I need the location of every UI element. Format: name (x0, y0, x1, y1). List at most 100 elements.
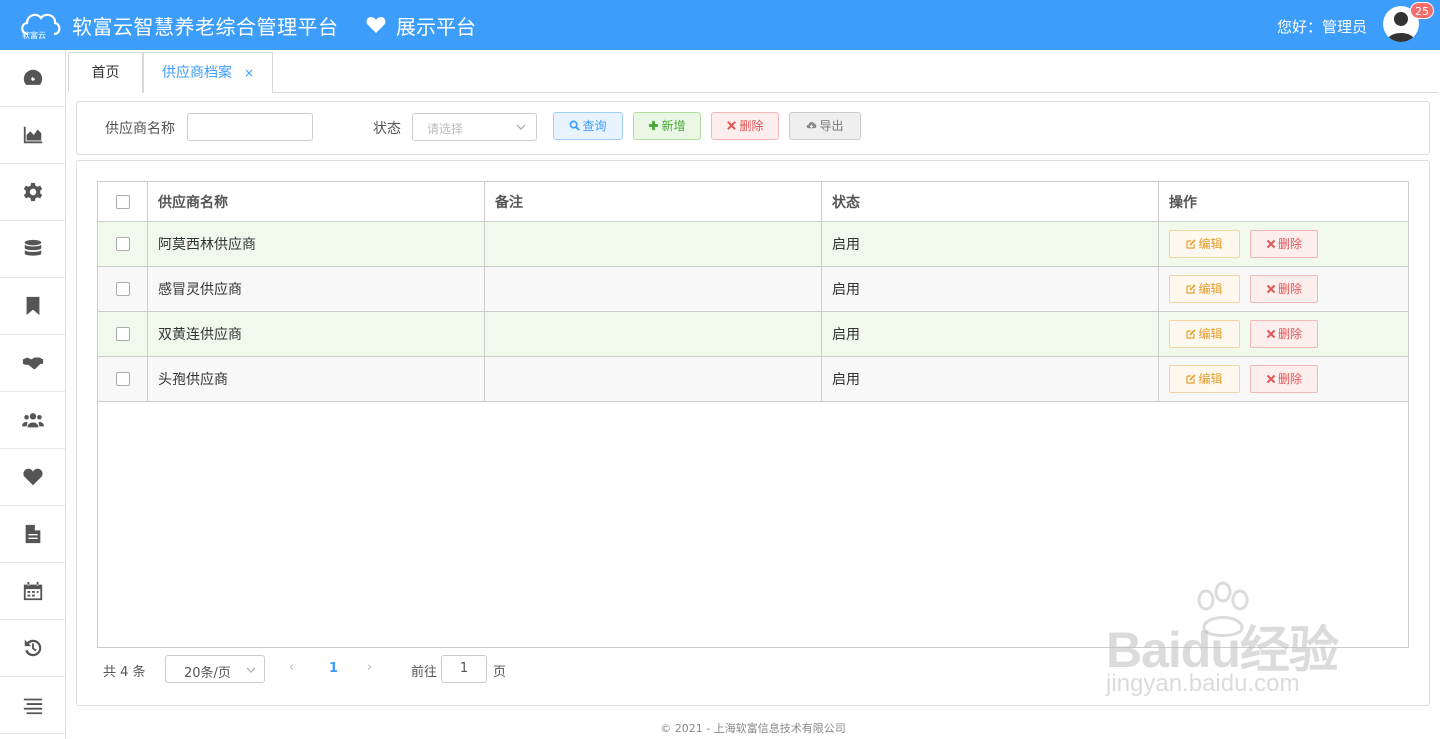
row-checkbox-cell (98, 357, 148, 401)
edit-button[interactable]: 编辑 (1169, 230, 1240, 258)
goto-page-input[interactable]: 1 (441, 655, 487, 683)
column-header-name: 供应商名称 (148, 182, 485, 221)
row-checkbox[interactable] (115, 372, 130, 386)
column-header-status: 状态 (822, 182, 1159, 221)
table-row: 感冒灵供应商 启用 编辑 删除 (98, 267, 1408, 312)
close-icon (1266, 329, 1276, 339)
next-page-button[interactable]: › (367, 660, 372, 675)
status-label: 状态 (373, 121, 401, 137)
watermark-url: jingyan.baidu.com (1106, 670, 1300, 697)
tab-bar: 首页 供应商档案 × (68, 52, 1438, 93)
edit-icon (1186, 284, 1197, 294)
row-checkbox[interactable] (115, 327, 130, 341)
table-row: 双黄连供应商 启用 编辑 删除 (98, 312, 1408, 357)
actions-cell: 编辑 删除 (1159, 267, 1408, 311)
sidebar-item-calendar[interactable] (0, 563, 65, 620)
actions-cell: 编辑 删除 (1159, 222, 1408, 266)
sidebar-item-settings[interactable] (0, 164, 65, 221)
prev-page-button[interactable]: ‹ (289, 660, 294, 675)
tab-home-label: 首页 (91, 65, 120, 81)
handshake-icon (22, 357, 43, 370)
search-button[interactable]: 查询 (553, 112, 623, 140)
sidebar-item-partner[interactable] (0, 335, 65, 392)
history-icon (24, 639, 41, 657)
export-button[interactable]: 导出 (789, 112, 861, 140)
remark-cell (485, 312, 822, 356)
sidebar-item-dashboard[interactable] (0, 50, 65, 107)
edit-label: 编辑 (1198, 372, 1223, 386)
users-icon (21, 413, 44, 428)
close-icon (1266, 239, 1276, 249)
page-size-select[interactable]: 20条/页 (165, 655, 265, 683)
tab-supplier-archive[interactable]: 供应商档案 × (143, 52, 273, 93)
cloud-download-icon (807, 122, 817, 129)
pagination: 共 4 条 20条/页 ‹ 1 › 前往 1 页 (97, 655, 697, 685)
tab-supplier-label: 供应商档案 (162, 65, 232, 81)
user-greeting[interactable]: 您好：管理员 (1277, 16, 1367, 37)
supplier-name-cell: 阿莫西林供应商 (148, 222, 485, 266)
bookmark-icon (26, 296, 39, 316)
sidebar (0, 50, 66, 739)
status-cell: 启用 (822, 222, 1159, 266)
remark-cell (485, 222, 822, 266)
edit-label: 编辑 (1198, 282, 1223, 296)
app-title: 软富云智慧养老综合管理平台 (72, 15, 339, 39)
supplier-name-input[interactable] (187, 113, 313, 141)
sidebar-item-history[interactable] (0, 620, 65, 677)
row-delete-button[interactable]: 删除 (1250, 230, 1318, 258)
header-checkbox-cell (98, 182, 148, 221)
edit-label: 编辑 (1198, 237, 1223, 251)
calendar-icon (23, 581, 42, 601)
goto-label: 前往 (411, 665, 438, 680)
document-icon (25, 524, 40, 544)
edit-button[interactable]: 编辑 (1169, 275, 1240, 303)
search-icon (570, 120, 581, 131)
goto-page-value: 1 (459, 661, 469, 676)
row-delete-button[interactable]: 删除 (1250, 365, 1318, 393)
supplier-name-cell: 双黄连供应商 (148, 312, 485, 356)
chevron-down-icon (516, 124, 526, 130)
row-delete-button[interactable]: 删除 (1250, 320, 1318, 348)
sub-title: 展示平台 (396, 15, 476, 39)
supplier-name-cell: 头孢供应商 (148, 357, 485, 401)
sidebar-item-database[interactable] (0, 221, 65, 278)
notification-badge[interactable]: 25 (1410, 2, 1434, 19)
chevron-down-icon (246, 667, 256, 673)
sidebar-item-users[interactable] (0, 392, 65, 449)
supplier-name-cell: 感冒灵供应商 (148, 267, 485, 311)
status-select[interactable]: 请选择 (412, 113, 537, 141)
add-button[interactable]: 新增 (633, 112, 701, 140)
close-icon (727, 121, 737, 130)
sidebar-item-document[interactable] (0, 506, 65, 563)
tab-close-icon[interactable]: × (244, 53, 254, 93)
sidebar-item-care[interactable] (0, 449, 65, 506)
row-checkbox[interactable] (115, 282, 130, 296)
edit-icon (1186, 374, 1197, 384)
edit-button[interactable]: 编辑 (1169, 320, 1240, 348)
filter-panel: 供应商名称 状态 请选择 查询 新增 删除 导出 (76, 101, 1430, 155)
area-chart-icon (23, 126, 42, 144)
edit-button[interactable]: 编辑 (1169, 365, 1240, 393)
heart-icon (366, 17, 386, 33)
row-delete-button[interactable]: 删除 (1250, 275, 1318, 303)
delete-button[interactable]: 删除 (711, 112, 779, 140)
sidebar-item-bookmark[interactable] (0, 278, 65, 335)
row-checkbox[interactable] (115, 237, 130, 251)
table-row: 阿莫西林供应商 启用 编辑 删除 (98, 222, 1408, 267)
delete-label: 删除 (1277, 327, 1302, 341)
copyright-text: © 2021 - 上海软富信息技术有限公司 (660, 722, 846, 735)
logo-text: 软富云 (22, 31, 46, 40)
page-number-current[interactable]: 1 (329, 661, 338, 676)
plus-icon (649, 120, 659, 131)
tab-home[interactable]: 首页 (68, 52, 143, 93)
edit-label: 编辑 (1198, 327, 1223, 341)
actions-cell: 编辑 删除 (1159, 312, 1408, 356)
export-button-label: 导出 (819, 119, 844, 133)
sidebar-item-chart[interactable] (0, 107, 65, 164)
goto-suffix: 页 (493, 665, 507, 680)
select-all-checkbox[interactable] (115, 194, 130, 209)
row-checkbox-cell (98, 222, 148, 266)
close-icon (1266, 374, 1276, 384)
search-button-label: 查询 (582, 119, 607, 133)
remark-cell (485, 267, 822, 311)
